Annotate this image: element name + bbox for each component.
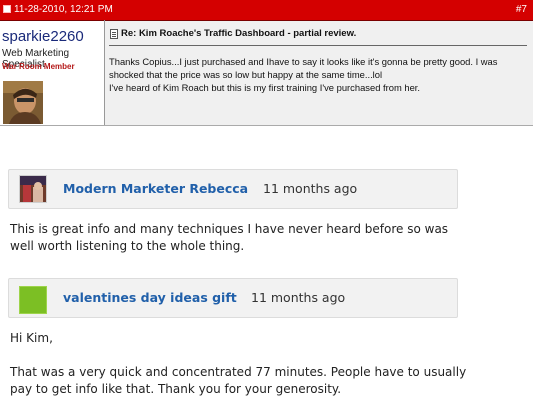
document-icon <box>110 29 118 39</box>
comment-timestamp: 11 months ago <box>251 290 346 305</box>
comment-header: Modern Marketer Rebecca 11 months ago <box>8 169 458 209</box>
post-date-text: 11-28-2010, 12:21 PM <box>14 4 113 15</box>
comment-text: That was a very quick and concentrated 7… <box>10 365 467 396</box>
comment-timestamp: 11 months ago <box>263 181 358 196</box>
avatar[interactable] <box>19 175 47 203</box>
profile-photo-icon <box>20 176 46 202</box>
post-body: Thanks Copius...I just purchased and Iha… <box>109 55 529 94</box>
user-photo-icon <box>3 81 43 124</box>
post-header-bar: 11-28-2010, 12:21 PM #7 <box>0 0 533 21</box>
user-rank: War Room Member <box>2 62 75 71</box>
avatar[interactable] <box>19 286 47 314</box>
post-body-line-2: I've heard of Kim Roach but this is my f… <box>109 82 421 93</box>
comment-author-link[interactable]: valentines day ideas gift <box>63 290 237 305</box>
username-link[interactable]: sparkie2260 <box>2 28 84 45</box>
comment-header: valentines day ideas gift 11 months ago <box>8 278 458 318</box>
post-content: Re: Kim Roache's Traffic Dashboard - par… <box>105 21 533 125</box>
comment-author-link[interactable]: Modern Marketer Rebecca <box>63 181 248 196</box>
post-body-line-1: Thanks Copius...I just purchased and Iha… <box>109 56 498 80</box>
post-title: Re: Kim Roache's Traffic Dashboard - par… <box>121 28 357 39</box>
comment-body: Hi Kim, That was a very quick and concen… <box>10 330 490 398</box>
post-icon <box>3 5 11 13</box>
title-divider <box>109 45 527 46</box>
comment-greeting: Hi Kim, <box>10 331 53 345</box>
forum-post: 11-28-2010, 12:21 PM #7 sparkie2260 Web … <box>0 0 533 126</box>
post-number-link[interactable]: #7 <box>516 4 527 15</box>
post-bottom-border <box>0 125 533 126</box>
post-date: 11-28-2010, 12:21 PM <box>3 4 113 15</box>
user-info-panel: sparkie2260 Web Marketing Specialist War… <box>0 21 104 125</box>
user-avatar[interactable] <box>3 81 43 124</box>
comment-text: This is great info and many techniques I… <box>10 222 449 253</box>
